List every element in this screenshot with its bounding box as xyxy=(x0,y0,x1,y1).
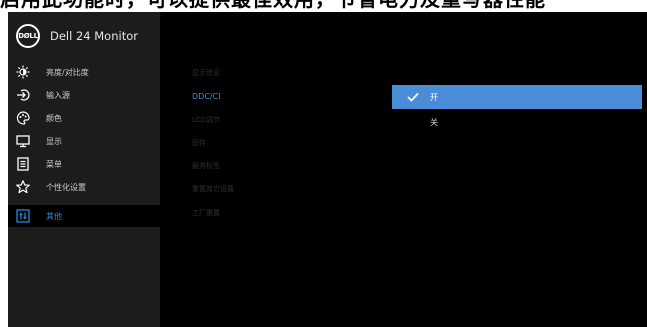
menu-item-brightness-contrast[interactable]: 亮度/对比度 xyxy=(8,61,160,83)
display-icon xyxy=(16,134,30,148)
menu-item-label: 菜单 xyxy=(46,159,62,169)
menu-item-label: 颜色 xyxy=(46,113,62,123)
dell-logo: DØLL xyxy=(16,24,40,48)
brightness-icon xyxy=(16,65,30,79)
palette-icon xyxy=(16,111,30,125)
monitor-osd: DØLL Dell 24 Monitor 亮度/对比度 输入源 颜色 显示 菜单… xyxy=(8,12,647,327)
submenu-item-ddc-ci[interactable]: DDC/CI xyxy=(192,90,221,104)
other-settings-icon xyxy=(16,209,30,223)
menu-item-label: 输入源 xyxy=(46,90,70,100)
menu-item-display[interactable]: 显示 xyxy=(8,130,160,152)
menu-item-input-source[interactable]: 输入源 xyxy=(8,84,160,106)
menu-item-label: 亮度/对比度 xyxy=(46,67,89,77)
osd-sidebar: DØLL Dell 24 Monitor 亮度/对比度 输入源 颜色 显示 菜单… xyxy=(8,12,160,327)
input-source-icon xyxy=(16,88,30,102)
option-on[interactable]: 开 xyxy=(392,85,642,109)
description-caption: 启用此功能时，可以提供最佳效用，节省电力及重写器性能 xyxy=(0,0,647,10)
submenu-item-factory-reset[interactable]: 工厂重置 xyxy=(192,206,220,220)
star-icon xyxy=(16,180,30,194)
menu-item-other[interactable]: 其他 xyxy=(8,205,160,227)
submenu-item-reset-other[interactable]: 重置其它设置 xyxy=(192,182,234,196)
monitor-model-name: Dell 24 Monitor xyxy=(50,29,138,43)
option-off[interactable]: 关 xyxy=(392,110,642,134)
menu-item-color[interactable]: 颜色 xyxy=(8,107,160,129)
submenu-item-lcd-conditioning[interactable]: LCD调节 xyxy=(192,113,220,127)
submenu-item-service-tag[interactable]: 服务标签 xyxy=(192,159,220,173)
menu-item-menu[interactable]: 菜单 xyxy=(8,153,160,175)
submenu-item-firmware[interactable]: 固件 xyxy=(192,136,206,150)
brand-header: DØLL Dell 24 Monitor xyxy=(16,24,138,48)
menu-item-personalize[interactable]: 个性化设置 xyxy=(8,176,160,198)
menu-item-label: 显示 xyxy=(46,136,62,146)
menu-item-label: 其他 xyxy=(46,211,62,221)
checkmark-icon xyxy=(398,92,428,102)
menu-list-icon xyxy=(16,157,30,171)
option-label: 开 xyxy=(430,92,438,102)
menu-item-label: 个性化设置 xyxy=(46,182,86,192)
option-label: 关 xyxy=(430,117,438,127)
submenu-item-display-info[interactable]: 显示信息 xyxy=(192,66,220,80)
